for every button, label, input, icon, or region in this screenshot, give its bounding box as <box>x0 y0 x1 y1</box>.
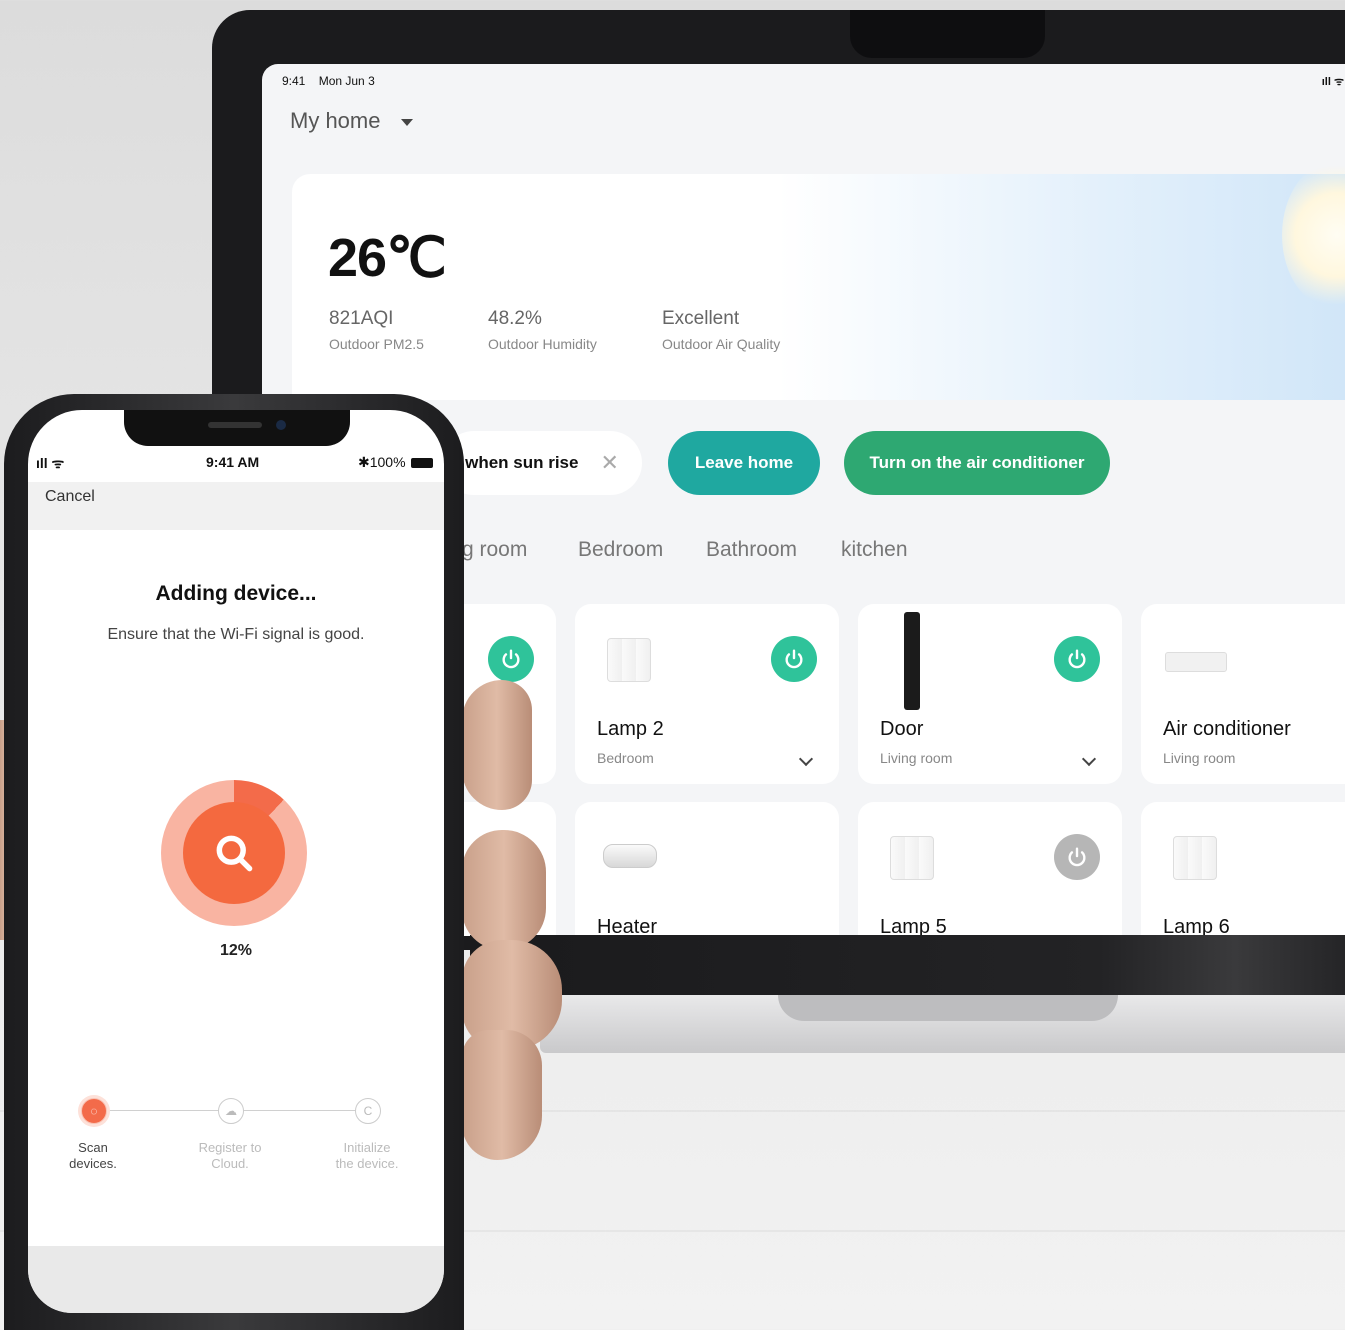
home-name: My home <box>290 108 381 133</box>
device-name: Door <box>880 718 924 740</box>
bluetooth-icon: ✱ <box>358 454 370 470</box>
scene-chip-sunrise[interactable]: when sun rise ✕ <box>442 431 642 495</box>
metric-value: Excellent <box>662 308 740 329</box>
device-card-lamp-2[interactable]: Lamp 2 Bedroom <box>575 604 839 784</box>
device-name: Lamp 5 <box>880 916 947 936</box>
adding-device-title: Adding device... <box>155 582 317 605</box>
status-time: 9:41 <box>282 74 306 88</box>
caret-down-icon <box>400 118 413 126</box>
battery-percent: 100% <box>369 454 406 470</box>
tab-bedroom[interactable]: Bedroom <box>578 538 663 562</box>
initialize-step-icon: C <box>355 1098 381 1124</box>
laptop-hinge <box>778 995 1118 1021</box>
step-line: Scan <box>78 1140 108 1155</box>
device-name: Air conditioner <box>1163 718 1291 740</box>
sun-icon <box>1282 160 1345 310</box>
status-date: Mon Jun 3 <box>318 74 375 88</box>
air-conditioner-icon <box>1165 652 1227 672</box>
cancel-button[interactable]: Cancel <box>45 488 95 506</box>
step-line: devices. <box>69 1156 117 1171</box>
hand-finger <box>462 830 546 950</box>
phone-notch <box>124 410 350 446</box>
scene-label: Turn on the air conditioner <box>869 453 1085 472</box>
step-line: Initialize <box>343 1140 391 1155</box>
close-icon[interactable]: ✕ <box>600 450 618 476</box>
phone-signal-icon: ıll ᯤ <box>36 455 65 471</box>
device-room: Bedroom <box>597 750 654 766</box>
power-icon[interactable] <box>1054 834 1100 880</box>
phone-status-time: 9:41 AM <box>206 454 260 470</box>
device-name: Lamp 6 <box>1163 916 1230 936</box>
tab-kitchen[interactable]: kitchen <box>841 538 908 562</box>
device-room: Living room <box>1163 750 1236 766</box>
tab-bathroom[interactable]: Bathroom <box>706 538 797 562</box>
device-room: Living room <box>880 750 953 766</box>
smart-lock-icon <box>904 612 920 710</box>
chevron-down-icon[interactable] <box>1081 751 1097 767</box>
weather-card: 26℃ 821AQI Outdoor PM2.5 48.2% Outdoor H… <box>292 160 1345 400</box>
home-selector[interactable]: My home <box>290 108 413 134</box>
metric-value: 821AQI <box>329 308 394 329</box>
step-label-register: Register to Cloud. <box>185 1140 275 1172</box>
search-icon <box>183 802 285 904</box>
power-icon[interactable] <box>1054 636 1100 682</box>
scan-step-icon: ◌ <box>81 1098 107 1124</box>
phone-battery: ✱100% <box>358 454 434 471</box>
laptop-bezel-bottom <box>470 935 1345 995</box>
device-card-air-conditioner[interactable]: Air conditioner Living room <box>1141 604 1345 784</box>
tablet-status-bar: 9:41 Mon Jun 3 <box>282 74 385 88</box>
metric-label: Outdoor Humidity <box>488 336 597 352</box>
scene-air-conditioner-button[interactable]: Turn on the air conditioner <box>844 431 1110 495</box>
laptop-camera-notch <box>850 10 1045 58</box>
hand-finger <box>462 680 532 810</box>
phone-footer <box>28 1246 444 1313</box>
metric-air-quality: Excellent Outdoor Air Quality <box>662 308 780 352</box>
front-camera <box>276 420 286 430</box>
power-icon[interactable] <box>488 636 534 682</box>
scene-label: Leave home <box>694 453 794 472</box>
device-card-door[interactable]: Door Living room <box>858 604 1122 784</box>
phone-screen: ıll ᯤ 9:41 AM ✱100% Cancel Adding device… <box>28 410 444 1313</box>
step-label-scan: Scan devices. <box>48 1140 138 1172</box>
hand-finger <box>462 1030 542 1160</box>
metric-label: Outdoor PM2.5 <box>329 336 424 352</box>
speaker-grille <box>208 422 262 428</box>
water-heater-icon <box>603 844 657 868</box>
battery-icon <box>411 458 434 469</box>
chevron-down-icon[interactable] <box>798 751 814 767</box>
temperature: 26℃ <box>328 228 447 288</box>
wall-switch-icon <box>1173 836 1217 880</box>
wall-switch-icon <box>890 836 934 880</box>
tab-living-room[interactable]: g room <box>462 538 527 562</box>
wall-switch-icon <box>607 638 651 682</box>
step-line: the device. <box>335 1156 399 1171</box>
progress-percent: 12% <box>219 942 253 959</box>
step-label-initialize: Initialize the device. <box>322 1140 412 1172</box>
metric-value: 48.2% <box>488 308 542 329</box>
metric-humidity: 48.2% Outdoor Humidity <box>488 308 597 352</box>
metric-pm25: 821AQI Outdoor PM2.5 <box>329 308 424 352</box>
scene-leave-home-button[interactable]: Leave home <box>668 431 820 495</box>
cloud-step-icon: ☁ <box>218 1098 244 1124</box>
device-name: Lamp 2 <box>597 718 664 740</box>
device-card-lamp-5[interactable]: Lamp 5 <box>858 802 1122 936</box>
power-icon[interactable] <box>771 636 817 682</box>
device-card-lamp-6[interactable]: Lamp 6 <box>1141 802 1345 936</box>
device-card-heater[interactable]: Heater <box>575 802 839 936</box>
wifi-hint: Ensure that the Wi-Fi signal is good. <box>107 626 365 643</box>
step-line: Register to <box>198 1140 262 1155</box>
device-name: Heater <box>597 916 658 936</box>
signal-icon: ıll ᯤ <box>1321 76 1344 88</box>
step-line: Cloud. <box>211 1156 249 1171</box>
metric-label: Outdoor Air Quality <box>662 336 781 352</box>
scene-label: when sun rise <box>465 453 579 472</box>
